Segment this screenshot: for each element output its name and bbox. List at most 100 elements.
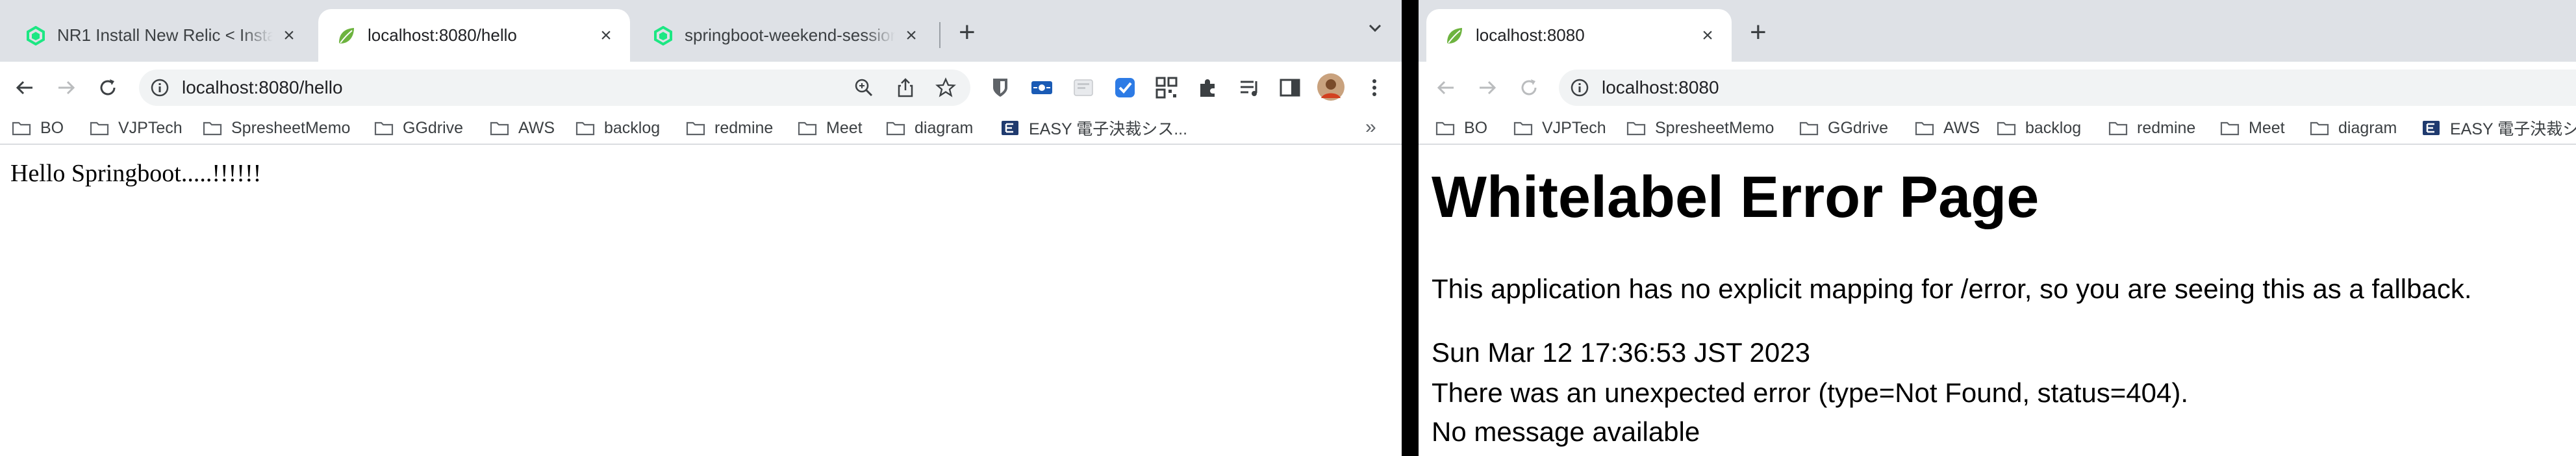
tab-title: localhost:8080/hello xyxy=(368,25,517,45)
forward-button[interactable] xyxy=(51,72,82,103)
url-text[interactable]: localhost:8080/hello xyxy=(182,77,343,98)
newrelic-icon xyxy=(653,25,673,45)
info-icon[interactable] xyxy=(1569,77,1590,98)
tab-newrelic-install[interactable]: NR1 Install New Relic < Installat × xyxy=(8,9,313,62)
folder-icon xyxy=(2108,121,2128,136)
folder-icon xyxy=(1513,121,1533,136)
folder-icon xyxy=(2310,121,2329,136)
bookmark-folder[interactable]: GGdrive xyxy=(374,115,463,141)
reading-list-icon[interactable] xyxy=(1238,76,1261,99)
bookmark-easy[interactable]: EASY 電子決裁シス xyxy=(2421,115,2576,141)
folder-icon xyxy=(1915,121,1934,136)
error-page-title: Whitelabel Error Page xyxy=(1432,165,2039,230)
folder-icon xyxy=(1626,121,1646,136)
bookmarks-overflow-button[interactable]: » xyxy=(1365,116,1376,138)
folder-icon xyxy=(798,121,817,136)
tab-search-button[interactable] xyxy=(1367,19,1383,36)
bookmark-folder[interactable]: BO xyxy=(1435,115,1487,141)
folder-icon xyxy=(12,121,31,136)
reload-button[interactable] xyxy=(92,72,123,103)
reload-button[interactable] xyxy=(1513,72,1545,103)
bitwarden-icon[interactable] xyxy=(989,76,1012,99)
back-button[interactable] xyxy=(1430,72,1461,103)
bookmark-folder[interactable]: BO xyxy=(12,115,64,141)
bookmark-folder[interactable]: Meet xyxy=(2220,115,2285,141)
bookmark-folder[interactable]: AWS xyxy=(490,115,555,141)
bookmark-folder[interactable]: diagram xyxy=(2310,115,2397,141)
extension-grey-icon[interactable] xyxy=(1072,76,1095,99)
tab-strip: NR1 Install New Relic < Installat × loca… xyxy=(0,0,1402,62)
easy-app-icon xyxy=(2423,121,2440,135)
right-browser-window: localhost:8080 × + localhost:8080 BO VJP… xyxy=(1419,0,2576,456)
share-icon[interactable] xyxy=(895,77,916,98)
folder-icon xyxy=(203,121,222,136)
bookmark-folder[interactable]: backlog xyxy=(575,115,660,141)
bookmark-easy[interactable]: EASY 電子決裁シス... xyxy=(1000,115,1187,141)
close-tab-icon[interactable]: × xyxy=(279,25,299,45)
bookmark-folder[interactable]: redmine xyxy=(2108,115,2195,141)
tab-title: NR1 Install New Relic < Installat xyxy=(57,25,273,45)
error-message: This application has no explicit mapping… xyxy=(1432,273,2472,304)
folder-icon xyxy=(886,121,905,136)
info-icon[interactable] xyxy=(149,77,170,98)
error-detail: There was an unexpected error (type=Not … xyxy=(1432,377,2188,408)
address-bar[interactable]: localhost:8080 xyxy=(1559,70,2576,106)
tab-springboot-weekend-session[interactable]: springboot-weekend-session - × xyxy=(635,9,935,62)
avatar[interactable] xyxy=(1317,73,1345,101)
back-button[interactable] xyxy=(9,72,40,103)
bookmark-folder[interactable]: redmine xyxy=(686,115,773,141)
toolbar: localhost:8080 xyxy=(1419,62,2576,114)
bookmark-folder[interactable]: GGdrive xyxy=(1799,115,1888,141)
extension-check-icon[interactable] xyxy=(1113,76,1137,99)
bookmark-folder[interactable]: VJPTech xyxy=(1513,115,1606,141)
folder-icon xyxy=(2220,121,2240,136)
extensions-puzzle-icon[interactable] xyxy=(1196,76,1220,99)
extension-media-icon[interactable] xyxy=(1030,76,1054,99)
tab-strip: localhost:8080 × + xyxy=(1419,0,2576,62)
easy-app-icon xyxy=(1002,121,1018,135)
tab-localhost[interactable]: localhost:8080 × xyxy=(1426,9,1732,62)
bookmark-folder[interactable]: backlog xyxy=(1997,115,2081,141)
bookmark-folder[interactable]: SpresheetMemo xyxy=(203,115,350,141)
hello-message: Hello Springboot.....!!!!!! xyxy=(10,160,262,187)
tab-title: springboot-weekend-session - xyxy=(685,25,895,45)
spring-leaf-icon xyxy=(1445,26,1464,45)
page-content: Whitelabel Error Page This application h… xyxy=(1419,145,2576,456)
spring-leaf-icon xyxy=(336,26,356,45)
error-timestamp: Sun Mar 12 17:36:53 JST 2023 xyxy=(1432,337,1810,368)
address-bar[interactable]: localhost:8080/hello xyxy=(139,70,970,106)
zoom-icon[interactable] xyxy=(853,77,874,98)
bookmark-folder[interactable]: SpresheetMemo xyxy=(1626,115,1774,141)
folder-icon xyxy=(90,121,109,136)
page-content: Hello Springboot.....!!!!!! xyxy=(0,145,1402,456)
bookmark-folder[interactable]: VJPTech xyxy=(90,115,183,141)
toolbar: localhost:8080/hello xyxy=(0,62,1402,114)
bookmark-star-icon[interactable] xyxy=(935,77,956,98)
new-tab-button[interactable]: + xyxy=(959,18,976,47)
bookmarks-bar: BO VJPTech SpresheetMemo GGdrive AWS bac… xyxy=(1419,114,2576,144)
folder-icon xyxy=(575,121,595,136)
error-note: No message available xyxy=(1432,416,1700,447)
qr-code-icon[interactable] xyxy=(1155,76,1178,99)
bookmark-folder[interactable]: Meet xyxy=(798,115,863,141)
close-tab-icon[interactable]: × xyxy=(902,25,921,45)
more-menu-icon[interactable] xyxy=(1363,76,1386,99)
forward-button[interactable] xyxy=(1472,72,1503,103)
bookmark-folder[interactable]: AWS xyxy=(1915,115,1980,141)
new-tab-button[interactable]: + xyxy=(1750,18,1767,47)
left-browser-window: NR1 Install New Relic < Installat × loca… xyxy=(0,0,1402,456)
close-tab-icon[interactable]: × xyxy=(596,25,616,45)
folder-icon xyxy=(1799,121,1819,136)
side-panel-icon[interactable] xyxy=(1278,76,1302,99)
tab-localhost-hello[interactable]: localhost:8080/hello × xyxy=(318,9,630,62)
tab-title: localhost:8080 xyxy=(1476,25,1585,45)
tab-separator xyxy=(939,22,941,48)
folder-icon xyxy=(1997,121,2016,136)
close-tab-icon[interactable]: × xyxy=(1698,25,1717,45)
folder-icon xyxy=(1435,121,1455,136)
url-text[interactable]: localhost:8080 xyxy=(1602,77,1719,98)
bookmark-folder[interactable]: diagram xyxy=(886,115,973,141)
folder-icon xyxy=(686,121,705,136)
newrelic-icon xyxy=(26,25,45,45)
folder-icon xyxy=(374,121,394,136)
